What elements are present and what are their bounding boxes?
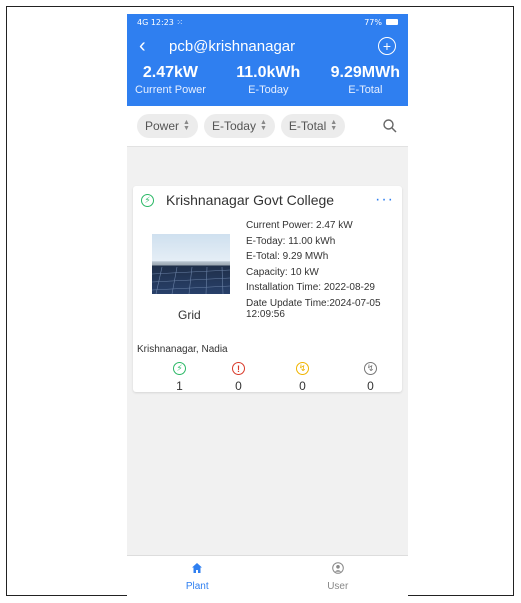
plant-card-body: Grid Current Power: 2.47 kW E-Today: 11.… bbox=[133, 214, 402, 344]
summary-label: E-Total bbox=[348, 84, 383, 96]
status-fault: ! 0 bbox=[232, 362, 245, 393]
sort-label: E-Today bbox=[211, 119, 256, 133]
status-count: 0 bbox=[299, 379, 306, 393]
sort-arrows-icon: ▲ ▼ bbox=[259, 119, 267, 132]
plant-card-header: ⚡ Krishnanagar Govt College ··· bbox=[133, 186, 402, 214]
detail-installation-time: Installation Time: 2022-08-29 bbox=[246, 282, 375, 293]
other-status-icon: ↯ bbox=[364, 362, 377, 375]
plant-photo bbox=[152, 234, 230, 294]
detail-capacity: Capacity: 10 kW bbox=[246, 266, 319, 278]
home-icon bbox=[191, 561, 203, 579]
summary-bar: 2.47kW Current Power 11.0kWh E-Today 9.2… bbox=[127, 62, 408, 106]
page-title: pcb@krishnanagar bbox=[169, 37, 296, 55]
status-count: 1 bbox=[176, 379, 183, 393]
app-header: ‹ pcb@krishnanagar + bbox=[127, 30, 408, 62]
user-icon bbox=[331, 561, 344, 579]
add-plant-button[interactable]: + bbox=[378, 37, 396, 55]
detail-e-today: E-Today: 11.00 kWh bbox=[246, 235, 336, 247]
phone-screen: 4G 12:23 ⁙ 77% ‹ pcb@krishnanagar + 2.47… bbox=[127, 14, 408, 596]
sort-power-button[interactable]: Power ▲ ▼ bbox=[137, 114, 198, 138]
sort-label: Power bbox=[145, 119, 180, 133]
search-icon[interactable] bbox=[382, 118, 398, 134]
status-other: ↯ 0 bbox=[364, 362, 377, 393]
summary-value: 2.47kW bbox=[142, 64, 199, 81]
nav-plant[interactable]: Plant bbox=[127, 556, 268, 596]
battery-percent: 77% bbox=[364, 17, 382, 27]
status-bar-left: 4G 12:23 ⁙ bbox=[137, 17, 184, 27]
nav-plant-label: Plant bbox=[185, 580, 209, 592]
summary-value: 11.0kWh bbox=[236, 64, 301, 81]
grid-label: Grid bbox=[178, 308, 201, 322]
status-normal: ⚡ 1 bbox=[173, 362, 186, 393]
summary-e-today: 11.0kWh E-Today bbox=[236, 62, 300, 100]
detail-e-total: E-Total: 9.29 MWh bbox=[246, 251, 329, 262]
sort-arrows-icon: ▲ ▼ bbox=[330, 119, 338, 132]
plant-card[interactable]: ⚡ Krishnanagar Govt College ··· Grid Cur… bbox=[133, 186, 402, 393]
status-count: 0 bbox=[235, 379, 242, 393]
sort-etotal-button[interactable]: E-Total ▲ ▼ bbox=[280, 114, 346, 138]
plant-details: Current Power: 2.47 kW E-Today: 11.00 kW… bbox=[246, 218, 381, 323]
offline-status-icon: ↯ bbox=[296, 362, 309, 375]
bottom-nav: Plant User bbox=[127, 555, 408, 596]
nav-user[interactable]: User bbox=[268, 556, 409, 596]
detail-current-power: Current Power: 2.47 kW bbox=[246, 220, 353, 231]
sort-arrows-icon: ▲ ▼ bbox=[183, 119, 190, 132]
sort-bar: Power ▲ ▼ E-Today ▲ ▼ E-Total ▲ ▼ bbox=[127, 106, 408, 147]
battery-icon bbox=[386, 19, 398, 25]
summary-value: 9.29MWh bbox=[330, 64, 400, 81]
bolt-circle-icon: ⚡ bbox=[141, 193, 154, 207]
back-button[interactable]: ‹ bbox=[139, 35, 161, 58]
plant-name: Krishnanagar Govt College bbox=[166, 192, 335, 208]
summary-e-total: 9.29MWh E-Total bbox=[331, 62, 400, 100]
sort-etoday-button[interactable]: E-Today ▲ ▼ bbox=[203, 114, 275, 138]
plant-location: Krishnanagar, Nadia bbox=[137, 344, 228, 355]
summary-label: Current Power bbox=[135, 84, 206, 96]
normal-status-icon: ⚡ bbox=[173, 362, 186, 375]
fault-status-icon: ! bbox=[232, 362, 245, 375]
more-options-button[interactable]: ··· bbox=[375, 191, 394, 209]
nav-user-label: User bbox=[327, 580, 349, 592]
sort-label: E-Total bbox=[288, 119, 327, 133]
summary-current-power: 2.47kW Current Power bbox=[135, 62, 206, 100]
status-offline: ↯ 0 bbox=[296, 362, 309, 393]
status-count: 0 bbox=[367, 379, 374, 393]
status-bar: 4G 12:23 ⁙ 77% bbox=[127, 14, 408, 30]
status-bar-right: 77% bbox=[364, 18, 398, 27]
summary-label: E-Today bbox=[248, 84, 289, 96]
